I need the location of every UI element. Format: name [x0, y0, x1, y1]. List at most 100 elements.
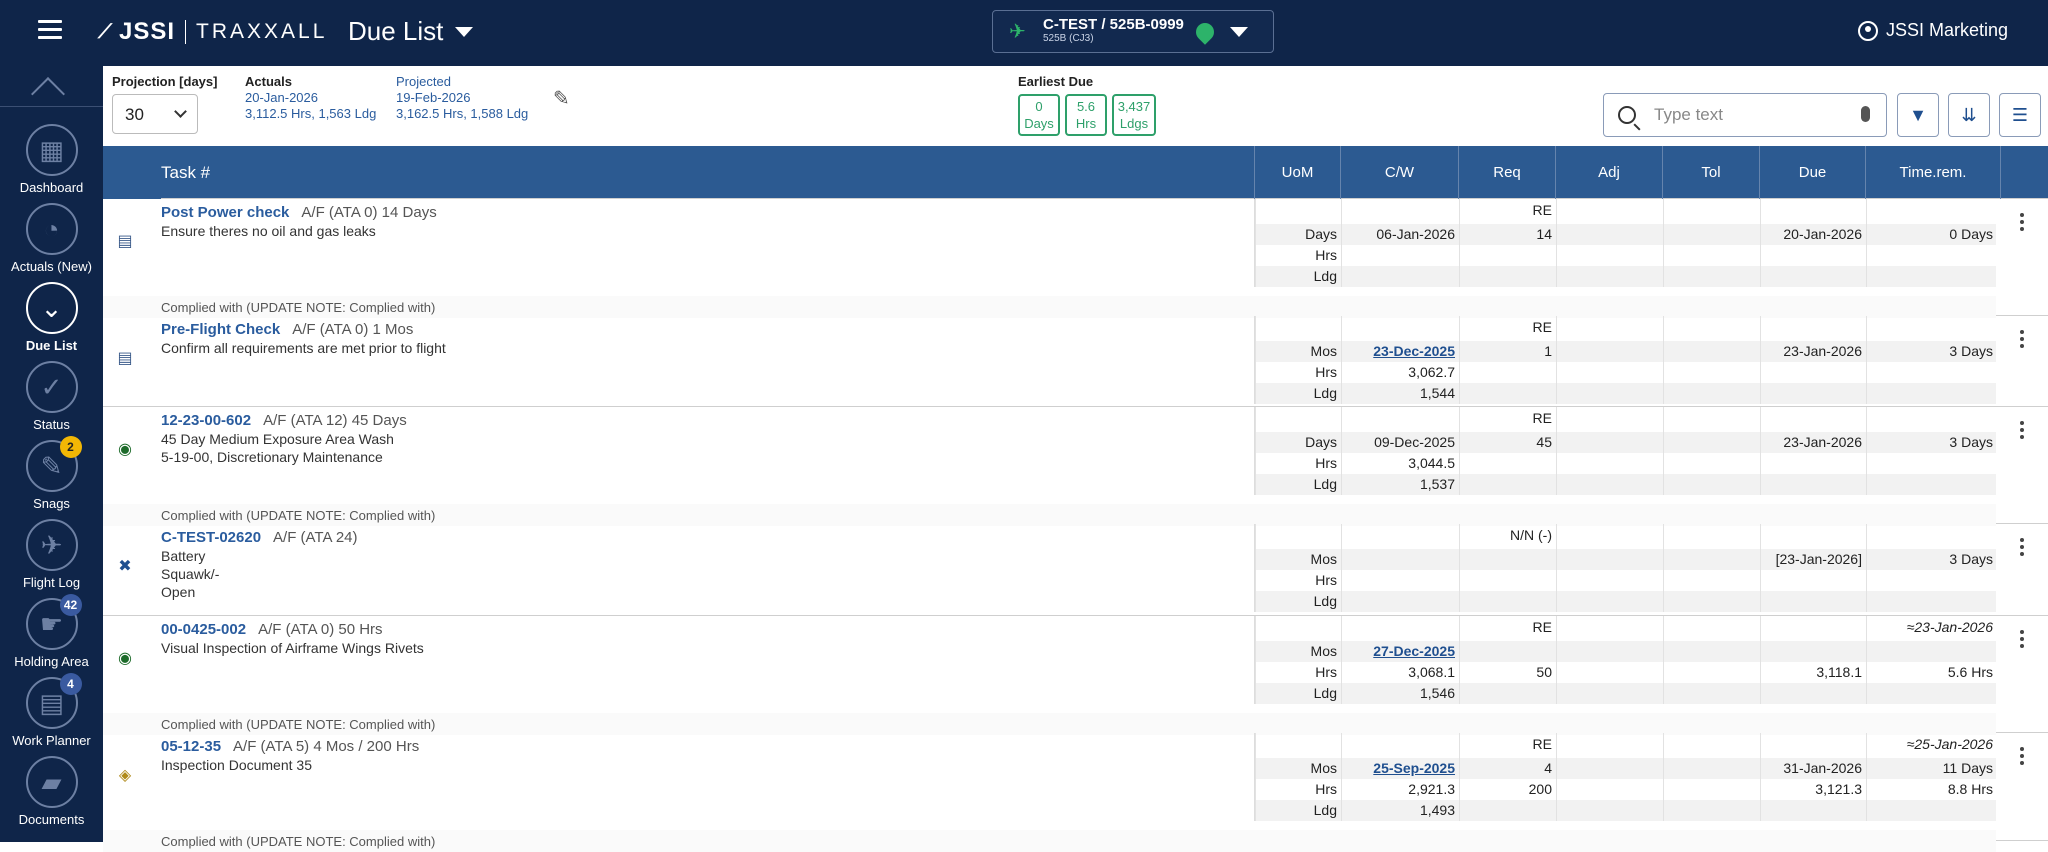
user-menu[interactable]: JSSI Marketing [1857, 20, 2008, 41]
sidebar-item-status[interactable]: ✓ Status [0, 361, 103, 432]
sidebar-item-actuals-new[interactable]: ◔ Actuals (New) [0, 203, 103, 274]
actuals-block: Actuals 20-Jan-2026 3,112.5 Hrs, 1,563 L… [245, 74, 376, 122]
cell-cw[interactable]: 23-Dec-2025 [1341, 341, 1459, 362]
cell-req: 14 [1459, 224, 1556, 245]
value-row: Ldg 1,537 [1254, 474, 1996, 495]
aircraft-registration: C-TEST / 525B-0999 [1043, 15, 1184, 33]
more-options-icon[interactable] [2020, 630, 2026, 651]
projection-select[interactable]: 30 [112, 94, 198, 134]
cell-adj [1556, 407, 1663, 432]
task-code-link[interactable]: 05-12-35 [161, 738, 221, 755]
cell-due: 31-Jan-2026 [1760, 758, 1866, 779]
table-row[interactable]: ◈ 05-12-35 A/F (ATA 5) 4 Mos / 200 Hrs Insp… [103, 733, 2048, 852]
header-cw[interactable]: C/W [1340, 146, 1458, 199]
cell-value: 23-Jan-2026 [1783, 343, 1862, 359]
cell-tol [1663, 341, 1760, 362]
cell-value: 45 [1536, 434, 1552, 450]
more-options-icon[interactable] [2020, 421, 2026, 442]
cell-due: 20-Jan-2026 [1760, 224, 1866, 245]
aircraft-model: 525B (CJ3) [1043, 32, 1094, 44]
microphone-icon[interactable] [1861, 106, 1870, 122]
task-code-link[interactable]: Post Power check [161, 204, 289, 221]
task-note: Complied with (UPDATE NOTE: Complied wit… [161, 300, 436, 315]
sidebar-item-documents[interactable]: ▰ Documents [0, 756, 103, 827]
cell-rem [1866, 591, 1997, 612]
cell-value: Mos [1310, 551, 1337, 567]
logo[interactable]: ⟋ JSSI TRAXXALL [98, 14, 327, 50]
task-code-link[interactable]: 12-23-00-602 [161, 412, 251, 429]
sidebar-item-snags[interactable]: ✎ 2 Snags [0, 436, 103, 511]
cell-value: Hrs [1315, 572, 1337, 588]
sidebar-item-label: Status [33, 417, 70, 432]
cell-uom [1255, 316, 1341, 341]
cell-adj [1556, 224, 1663, 245]
sidebar-item-work-planner[interactable]: ▤ 4 Work Planner [0, 673, 103, 748]
more-options-icon[interactable] [2020, 330, 2026, 351]
more-options-icon[interactable] [2020, 213, 2026, 234]
expand-all-button[interactable]: ⇊ [1948, 93, 1990, 137]
sidebar-item-flight-log[interactable]: ✈ Flight Log [0, 519, 103, 590]
list-search-icon: ☰ [2011, 104, 2029, 125]
more-options-icon[interactable] [2020, 538, 2026, 559]
clipboard-icon: ▤ 4 [25, 673, 82, 729]
sidebar-item-due-list[interactable]: ⌄ Due List [0, 282, 103, 353]
cell-adj [1556, 549, 1663, 570]
task-code-link[interactable]: Pre-Flight Check [161, 321, 280, 338]
cell-rem: 3 Days [1866, 432, 1997, 453]
aircraft-selector[interactable]: ✈ C-TEST / 525B-0999 525B (CJ3) [992, 10, 1274, 53]
edit-pencil-icon[interactable]: ✎ [553, 86, 570, 111]
logo-bird-icon: ⟋ [98, 20, 113, 43]
task-description: Battery [161, 548, 206, 564]
task-code-link[interactable]: C-TEST-02620 [161, 529, 261, 546]
cell-value: Hrs [1315, 364, 1337, 380]
cell-cw[interactable]: 27-Dec-2025 [1341, 641, 1459, 662]
sidebar-item-holding-area[interactable]: ☛ 42 Holding Area [0, 594, 103, 669]
sidebar-item-dashboard[interactable]: ▦ Dashboard [0, 124, 103, 195]
header-uom[interactable]: UoM [1254, 146, 1340, 199]
cell-value[interactable]: 27-Dec-2025 [1373, 643, 1455, 659]
search-input[interactable]: Type text [1603, 93, 1887, 137]
collapse-up-icon[interactable] [32, 76, 68, 96]
table-row[interactable]: ✖ C-TEST-02620 A/F (ATA 24) Battery Squawk/-… [103, 524, 2048, 616]
projected-block: Projected 19-Feb-2026 3,162.5 Hrs, 1,588… [396, 74, 528, 122]
cell-cw: 2,921.3 [1341, 779, 1459, 800]
checklist-icon: ▤ [117, 233, 133, 250]
cell-uom: Hrs [1255, 453, 1341, 474]
task-code-link[interactable]: 00-0425-002 [161, 621, 246, 638]
cell-value: 14 [1536, 226, 1552, 242]
cell-req: 200 [1459, 779, 1556, 800]
header-req[interactable]: Req [1458, 146, 1555, 199]
cell-value[interactable]: 25-Sep-2025 [1373, 760, 1455, 776]
header-tol[interactable]: Tol [1662, 146, 1759, 199]
cell-tol [1663, 383, 1760, 404]
table-row[interactable]: ◉ 00-0425-002 A/F (ATA 0) 50 Hrs Visual Ins… [103, 616, 2048, 735]
task-meta: A/F (ATA 0) 1 Mos [292, 321, 414, 338]
header-time-remaining[interactable]: Time.rem. [1865, 146, 2000, 199]
cell-uom: Hrs [1255, 662, 1341, 683]
value-row: Ldg 1,546 [1254, 683, 1996, 704]
table-row[interactable]: ◉ 12-23-00-602 A/F (ATA 12) 45 Days 45 Day … [103, 407, 2048, 526]
cell-cw[interactable]: 25-Sep-2025 [1341, 758, 1459, 779]
cell-tol [1663, 570, 1760, 591]
cell-cw: 1,544 [1341, 383, 1459, 404]
cell-adj [1556, 362, 1663, 383]
filter-button[interactable]: ▼ [1897, 93, 1939, 137]
task-title: Pre-Flight Check A/F (ATA 0) 1 Mos [161, 321, 413, 338]
header-adj[interactable]: Adj [1555, 146, 1662, 199]
value-row: RE [1254, 316, 1996, 341]
table-row[interactable]: ▤ Post Power check A/F (ATA 0) 14 Days Ensu… [103, 199, 2048, 318]
earliest-due-label: Earliest Due [1018, 74, 1094, 89]
more-options-icon[interactable] [2020, 747, 2026, 768]
header-due[interactable]: Due [1759, 146, 1865, 199]
cell-req: 4 [1459, 758, 1556, 779]
cell-value[interactable]: 23-Dec-2025 [1373, 343, 1455, 359]
cell-rem: 8.8 Hrs [1866, 779, 1997, 800]
table-row[interactable]: ▤ Pre-Flight Check A/F (ATA 0) 1 Mos Confir… [103, 316, 2048, 407]
cell-tol [1663, 224, 1760, 245]
value-row: Mos [23-Jan-2026] 3 Days [1254, 549, 1996, 570]
cell-tol [1663, 407, 1760, 432]
inspection-eye-icon: ◉ [118, 441, 132, 458]
menu-icon[interactable] [38, 20, 62, 40]
page-title-dropdown[interactable]: Due List [348, 16, 474, 47]
search-list-button[interactable]: ☰ [1999, 93, 2041, 137]
